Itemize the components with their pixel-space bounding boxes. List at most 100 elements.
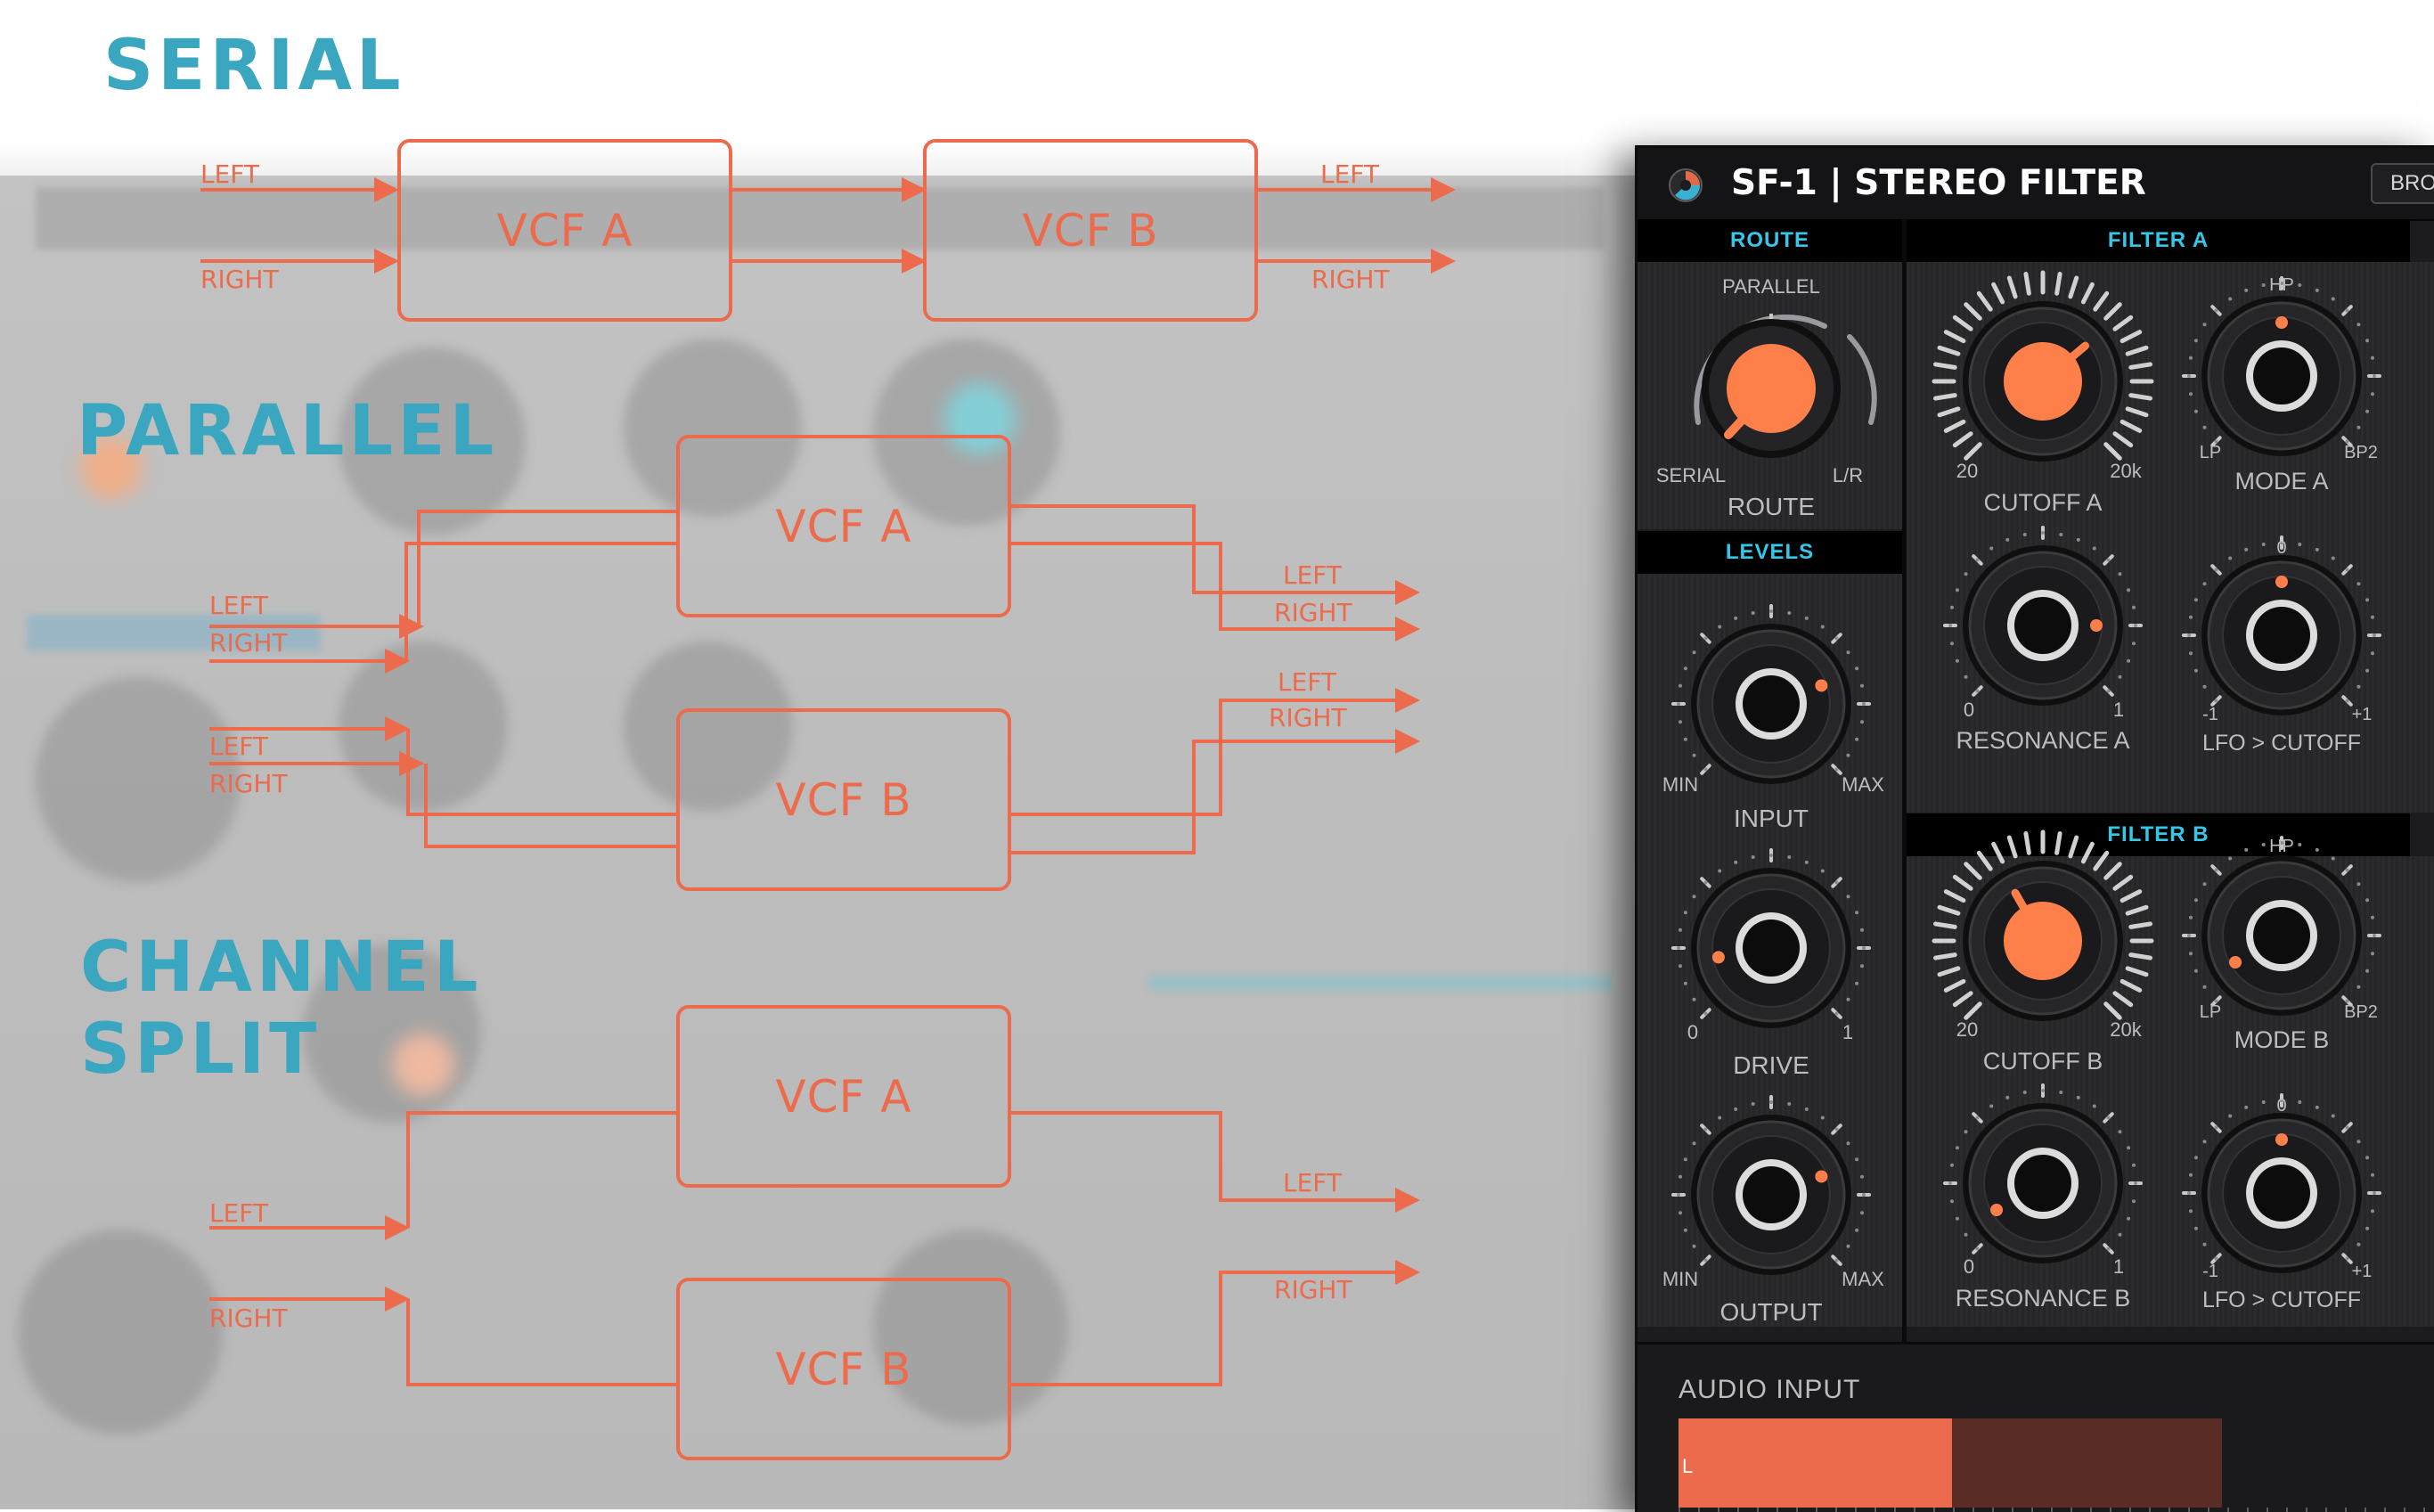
- route-knob[interactable]: [1694, 314, 1877, 458]
- mode-b-left-label: LP: [2200, 1002, 2221, 1022]
- output-knob-label: OUTPUT: [1719, 1298, 1822, 1326]
- route-knob-left-label: SERIAL: [1656, 464, 1726, 486]
- wire-par-a-out-2: [1009, 542, 1417, 631]
- input-knob[interactable]: [1671, 604, 1871, 784]
- audio-input-label: AUDIO INPUT: [1678, 1375, 1861, 1404]
- audio-meter-left-label: L: [1682, 1455, 1694, 1477]
- input-knob-min-label: MIN: [1662, 773, 1698, 796]
- drive-knob-max-label: 1: [1842, 1021, 1853, 1043]
- resonance-a-min-label: 0: [1964, 699, 1974, 721]
- arrow-par-out-2: [1395, 617, 1420, 642]
- route-knob-top-label: PARALLEL: [1722, 275, 1820, 298]
- arrow-par-in-b-left: [385, 716, 410, 741]
- mode-a-knob[interactable]: [2182, 276, 2381, 456]
- arrow-split-in-right: [385, 1287, 410, 1312]
- resonance-a-label: RESONANCE A: [1956, 727, 2129, 754]
- arrow-par-out-1: [1395, 580, 1420, 605]
- output-knob[interactable]: [1671, 1095, 1871, 1275]
- serial-out-right-label: RIGHT: [1311, 265, 1390, 294]
- split-in-right-label: RIGHT: [209, 1304, 288, 1333]
- parallel-in-a-right-label: RIGHT: [209, 628, 288, 658]
- mode-b-right-label: BP2: [2344, 1002, 2378, 1022]
- plugin-knobs: PARALLEL SERIAL L/R ROUTE MIN MAX INPUT 0 1 DRIVE…: [1656, 270, 2381, 1326]
- serial-in-left-label: LEFT: [200, 159, 260, 189]
- wire-par-a-feed-1: [404, 542, 678, 661]
- resonance-b-knob[interactable]: [1943, 1083, 2143, 1263]
- lfo-cutoff-a-knob[interactable]: [2182, 535, 2381, 715]
- resonance-a-max-label: 1: [2113, 699, 2124, 721]
- cutoff-a-label: CUTOFF A: [1983, 489, 2102, 516]
- serial-in-right-label: RIGHT: [200, 265, 279, 294]
- mode-a-top-label: HP: [2269, 275, 2294, 295]
- parallel-vcf-a-box: VCF A: [676, 435, 1011, 617]
- mode-b-label: MODE B: [2234, 1026, 2330, 1053]
- input-knob-max-label: MAX: [1842, 773, 1884, 796]
- wire-split-a-feed: [406, 1111, 678, 1228]
- parallel-in-a-left-label: LEFT: [209, 591, 269, 620]
- arrow-split-out-left: [1395, 1188, 1420, 1213]
- sf1-plugin-panel: SF-1 | STEREO FILTER BROW ROUTE LEVELS F…: [1635, 145, 2434, 1512]
- lfo-cutoff-b-label: LFO > CUTOFF: [2202, 1287, 2361, 1312]
- drive-knob-label: DRIVE: [1733, 1051, 1809, 1079]
- mode-b-top-label: HP: [2269, 837, 2294, 856]
- wire-split-a-out: [1009, 1111, 1417, 1202]
- wire-par-a-feed-2: [417, 510, 678, 626]
- split-out-left-label: LEFT: [1283, 1168, 1343, 1197]
- split-vcf-b-box: VCF B: [676, 1278, 1011, 1460]
- cutoff-a-min-label: 20: [1956, 460, 1978, 482]
- arrow-serial-in-right: [374, 249, 399, 274]
- lfo-cutoff-b-knob[interactable]: [2182, 1093, 2381, 1273]
- output-knob-min-label: MIN: [1662, 1268, 1698, 1290]
- resonance-b-min-label: 0: [1964, 1255, 1974, 1278]
- cutoff-b-label: CUTOFF B: [1983, 1048, 2103, 1075]
- output-knob-max-label: MAX: [1842, 1268, 1884, 1290]
- arrow-par-in-b-right: [399, 751, 424, 776]
- resonance-b-max-label: 1: [2113, 1255, 2124, 1278]
- lfo-cutoff-a-min-label: -1: [2202, 705, 2218, 724]
- split-out-right-label: RIGHT: [1274, 1275, 1352, 1304]
- parallel-vcf-b-box: VCF B: [676, 708, 1011, 891]
- routing-diagram: SERIAL PARALLEL CHANNEL SPLIT VCF A VCF …: [0, 0, 1639, 1509]
- resonance-a-knob[interactable]: [1943, 526, 2143, 706]
- parallel-out-a-right-label: RIGHT: [1274, 598, 1352, 627]
- lfo-cutoff-a-max-label: +1: [2352, 705, 2373, 724]
- arrow-par-out-3: [1395, 688, 1420, 713]
- cutoff-b-knob[interactable]: [1932, 830, 2154, 1021]
- mode-b-knob[interactable]: [2182, 836, 2381, 1016]
- mode-a-right-label: BP2: [2344, 443, 2378, 462]
- lfo-cutoff-b-max-label: +1: [2352, 1262, 2373, 1281]
- arrow-serial-out-right: [1431, 249, 1456, 274]
- wire-par-a-out-1: [1009, 504, 1417, 594]
- arrow-split-in-left: [385, 1215, 410, 1240]
- parallel-in-b-right-label: RIGHT: [209, 769, 288, 798]
- arrow-serial-in-left: [374, 177, 399, 202]
- wire-split-b-feed: [406, 1299, 678, 1386]
- mode-a-label: MODE A: [2234, 468, 2328, 494]
- lfo-cutoff-b-top-label: 0: [2276, 1096, 2286, 1116]
- arrow-split-out-right: [1395, 1260, 1420, 1285]
- lfo-cutoff-a-top-label: 0: [2276, 538, 2286, 558]
- audio-meter-scale: [1678, 1508, 2434, 1512]
- mode-a-left-label: LP: [2200, 443, 2221, 462]
- parallel-out-b-right-label: RIGHT: [1269, 703, 1347, 732]
- route-knob-label: ROUTE: [1727, 493, 1815, 520]
- parallel-out-b-left-label: LEFT: [1278, 667, 1337, 697]
- split-in-left-label: LEFT: [209, 1198, 269, 1228]
- arrow-par-out-4: [1395, 729, 1420, 754]
- resonance-b-label: RESONANCE B: [1956, 1285, 2131, 1312]
- parallel-out-a-left-label: LEFT: [1283, 560, 1343, 590]
- wire-par-b-out-1: [1009, 740, 1417, 854]
- split-vcf-a-box: VCF A: [676, 1005, 1011, 1188]
- route-knob-right-label: L/R: [1833, 464, 1863, 486]
- drive-knob[interactable]: [1671, 848, 1871, 1028]
- wire-split-b-out: [1009, 1271, 1417, 1386]
- wire-par-b-feed-1: [406, 729, 678, 816]
- cutoff-b-max-label: 20k: [2110, 1018, 2142, 1041]
- wire-par-b-out-2: [1009, 699, 1417, 816]
- serial-out-left-label: LEFT: [1320, 159, 1380, 189]
- cutoff-a-knob[interactable]: [1932, 270, 2154, 462]
- cutoff-a-max-label: 20k: [2110, 460, 2142, 482]
- wire-par-b-feed-2: [424, 764, 678, 848]
- input-knob-label: INPUT: [1734, 805, 1809, 832]
- lfo-cutoff-b-min-label: -1: [2202, 1262, 2218, 1281]
